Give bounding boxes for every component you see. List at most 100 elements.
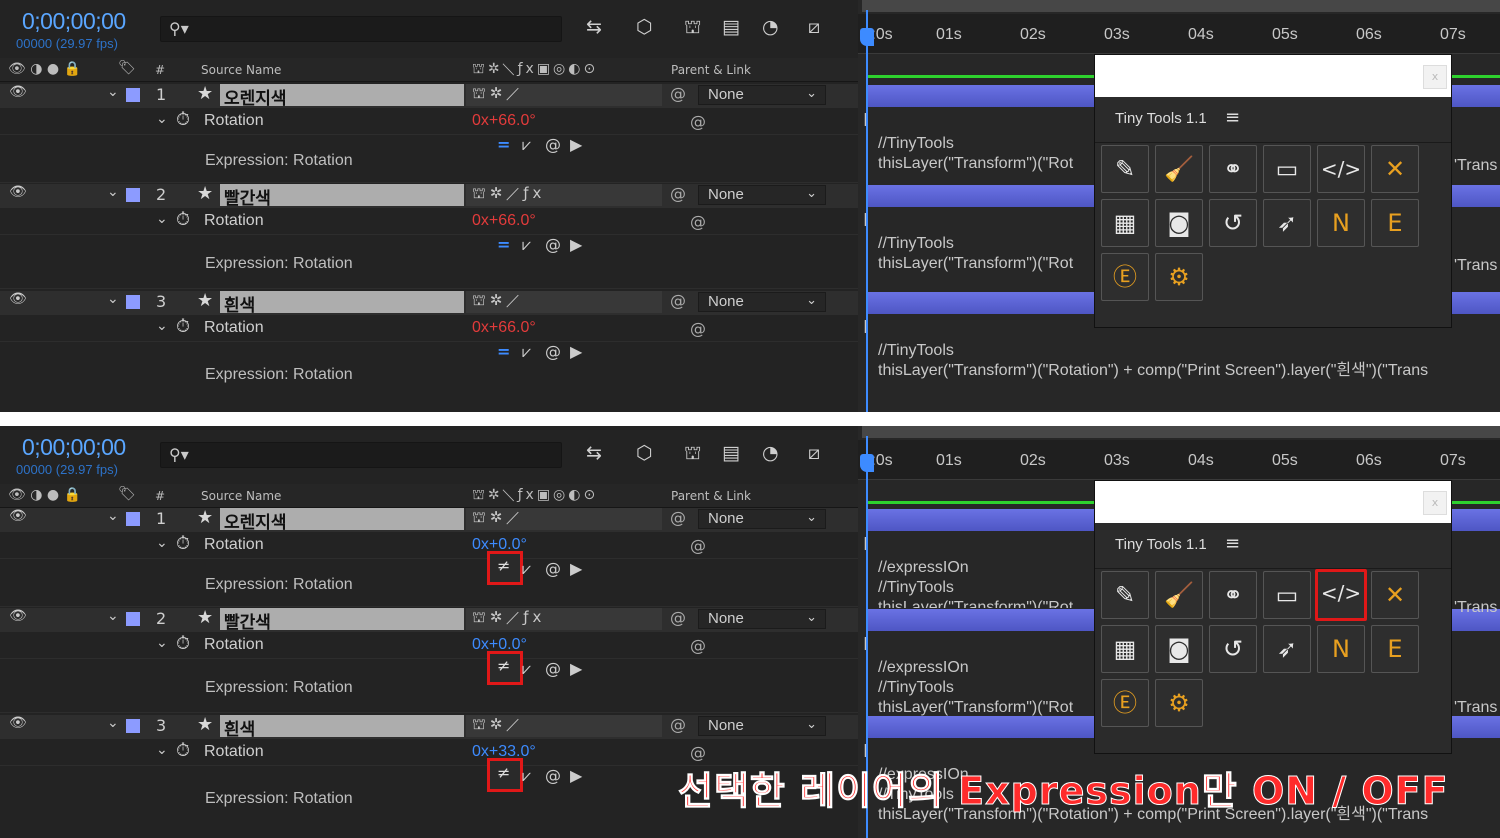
pickwhip-icon[interactable]: @ — [690, 536, 706, 555]
layer-row[interactable]: 👁 ⌄ 1 ★ 오렌지색 ⛫✲⟋ @ None ⌄ — [0, 507, 858, 533]
draft-3d-icon[interactable]: ⬡ — [636, 442, 653, 464]
graph-icon[interactable]: ⩗ — [522, 659, 531, 679]
expression-swap-icon[interactable]: E — [1371, 199, 1419, 247]
parent-select[interactable]: None ⌄ — [698, 185, 826, 205]
col-source-name[interactable]: Source Name — [201, 63, 281, 77]
shy-layers-icon[interactable]: ⛫ — [684, 442, 701, 467]
label-color-swatch[interactable] — [126, 295, 140, 309]
shy-layers-icon[interactable]: ⛫ — [684, 16, 701, 41]
settings-gear-icon[interactable]: ⚙ — [1155, 679, 1203, 727]
broom-icon[interactable]: 🧹 — [1155, 145, 1203, 193]
chevron-down-icon[interactable]: ⌄ — [107, 291, 119, 307]
stopwatch-icon[interactable]: ⏱ — [176, 633, 190, 654]
layer-row[interactable]: 👁 ⌄ 2 ★ 빨간색 ⛫✲⟋ƒx @ None ⌄ — [0, 183, 858, 209]
pickwhip-icon[interactable]: @ — [690, 212, 706, 231]
chevron-down-icon[interactable]: ⌄ — [107, 508, 119, 524]
label-color-swatch[interactable] — [126, 88, 140, 102]
graph-icon[interactable]: ⩗ — [522, 135, 531, 155]
tinytools-titlebar[interactable]: x — [1095, 55, 1451, 97]
broom-icon[interactable]: 🧹 — [1155, 571, 1203, 619]
expression-toggle-highlight[interactable]: ≠ — [487, 551, 523, 585]
label-color-swatch[interactable] — [126, 612, 140, 626]
layer-row[interactable]: 👁 ⌄ 2 ★ 빨간색 ⛫✲⟋ƒx @ None ⌄ — [0, 607, 858, 633]
graph-icon[interactable]: ⩗ — [522, 235, 531, 255]
calculator-icon[interactable]: ▦ — [1101, 199, 1149, 247]
expression-editor[interactable]: //expressIOn //TinyTools thisLayer("Tran… — [878, 558, 1073, 608]
expression-menu-icon[interactable]: ▶ — [570, 342, 582, 361]
time-ruler[interactable]: ):0s 01s 02s 03s 04s 05s 06s 07s — [858, 440, 1500, 480]
layer-name[interactable]: 오렌지색 — [220, 84, 464, 109]
pickwhip-icon[interactable]: @ — [690, 112, 706, 131]
col-parent-link[interactable]: Parent & Link — [671, 63, 751, 77]
eye-icon[interactable]: 👁 — [9, 184, 27, 200]
expression-editor[interactable]: //TinyTools thisLayer("Transform")("Rot — [878, 134, 1073, 174]
stopwatch-icon[interactable]: ⏱ — [176, 740, 190, 761]
graph-editor-icon[interactable]: ⧄ — [808, 442, 820, 464]
parent-select[interactable]: None ⌄ — [698, 292, 826, 312]
layer-row[interactable]: 👁 ⌄ 3 ★ 흰색 ⛫✲⟋ @ None ⌄ — [0, 714, 858, 740]
rocket-icon[interactable]: ➶ — [1263, 199, 1311, 247]
close-icon[interactable]: x — [1423, 65, 1447, 89]
eyedropper-icon[interactable]: ✎ — [1101, 571, 1149, 619]
playhead-handle[interactable] — [860, 454, 874, 472]
timecode[interactable]: 0;00;00;00 — [22, 8, 126, 35]
chevron-down-icon[interactable]: ⌄ — [156, 535, 168, 551]
tinytools-titlebar[interactable]: x — [1095, 481, 1451, 523]
eye-icon[interactable]: 👁 — [9, 84, 27, 100]
label-color-swatch[interactable] — [126, 188, 140, 202]
pickwhip-icon[interactable]: @ — [545, 342, 561, 361]
frame-blending-icon[interactable]: ▤ — [722, 442, 740, 464]
code-icon[interactable]: </> — [1317, 145, 1365, 193]
label-color-swatch[interactable] — [126, 512, 140, 526]
close-icon[interactable]: x — [1423, 491, 1447, 515]
eye-icon[interactable]: 👁 — [9, 508, 27, 524]
pickwhip-icon[interactable]: @ — [545, 766, 561, 785]
chevron-down-icon[interactable]: ⌄ — [107, 184, 119, 200]
comp-flowchart-icon[interactable]: ⇆ — [586, 442, 602, 464]
chevron-icon[interactable]: ✕ — [1371, 145, 1419, 193]
playhead-handle[interactable] — [860, 28, 874, 46]
settings-gear-icon[interactable]: ⚙ — [1155, 253, 1203, 301]
stopwatch-icon[interactable]: ⏱ — [176, 533, 190, 554]
expression-menu-icon[interactable]: ▶ — [570, 235, 582, 254]
layer-name[interactable]: 빨간색 — [220, 608, 464, 633]
chevron-down-icon[interactable]: ⌄ — [156, 635, 168, 651]
eye-icon[interactable]: 👁 — [9, 608, 27, 624]
layer-name[interactable]: 흰색 — [220, 291, 464, 316]
film-icon[interactable]: ▭ — [1263, 571, 1311, 619]
expression-menu-icon[interactable]: ▶ — [570, 559, 582, 578]
pickwhip-icon[interactable]: @ — [670, 291, 686, 310]
layer-row[interactable]: 👁 ⌄ 3 ★ 흰색 ⛫✲⟋ @ None ⌄ — [0, 290, 858, 316]
code-icon[interactable]: </> — [1315, 569, 1367, 621]
pickwhip-icon[interactable]: @ — [690, 319, 706, 338]
layer-name[interactable]: 빨간색 — [220, 184, 464, 209]
chevron-down-icon[interactable]: ⌄ — [156, 111, 168, 127]
pickwhip-icon[interactable]: @ — [690, 636, 706, 655]
expression-editor[interactable]: //TinyTools thisLayer("Transform")("Rota… — [878, 341, 1428, 381]
pickwhip-icon[interactable]: @ — [670, 184, 686, 203]
switch-icons[interactable]: ⛫✲⟋ — [472, 715, 523, 735]
draft-3d-icon[interactable]: ⬡ — [636, 16, 653, 38]
timecode[interactable]: 0;00;00;00 — [22, 434, 126, 461]
stopwatch-icon[interactable]: ⏱ — [176, 316, 190, 337]
layer-name[interactable]: 흰색 — [220, 715, 464, 740]
layer-name[interactable]: 오렌지색 — [220, 508, 464, 533]
eye-icon[interactable]: 👁 — [9, 715, 27, 731]
expression-swap-icon[interactable]: E — [1371, 625, 1419, 673]
chevron-icon[interactable]: ✕ — [1371, 571, 1419, 619]
history-icon[interactable]: ↺ — [1209, 199, 1257, 247]
switch-icons[interactable]: ⛫✲⟋ƒx — [472, 184, 545, 204]
parent-select[interactable]: None ⌄ — [698, 716, 826, 736]
motion-blur-icon[interactable]: ◔ — [762, 16, 779, 38]
camera-icon[interactable]: ◙ — [1155, 199, 1203, 247]
property-row[interactable]: ⌄ ⏱ Rotation 0x+66.0° @ — [0, 316, 858, 342]
work-area-bar[interactable] — [862, 426, 1500, 438]
chevron-down-icon[interactable]: ⌄ — [156, 318, 168, 334]
pickwhip-icon[interactable]: @ — [670, 715, 686, 734]
parent-select[interactable]: None ⌄ — [698, 85, 826, 105]
pickwhip-icon[interactable]: @ — [545, 235, 561, 254]
eyedropper-icon[interactable]: ✎ — [1101, 145, 1149, 193]
search-input[interactable]: ⚲▾ — [160, 16, 562, 42]
label-color-swatch[interactable] — [126, 719, 140, 733]
chevron-down-icon[interactable]: ⌄ — [107, 84, 119, 100]
